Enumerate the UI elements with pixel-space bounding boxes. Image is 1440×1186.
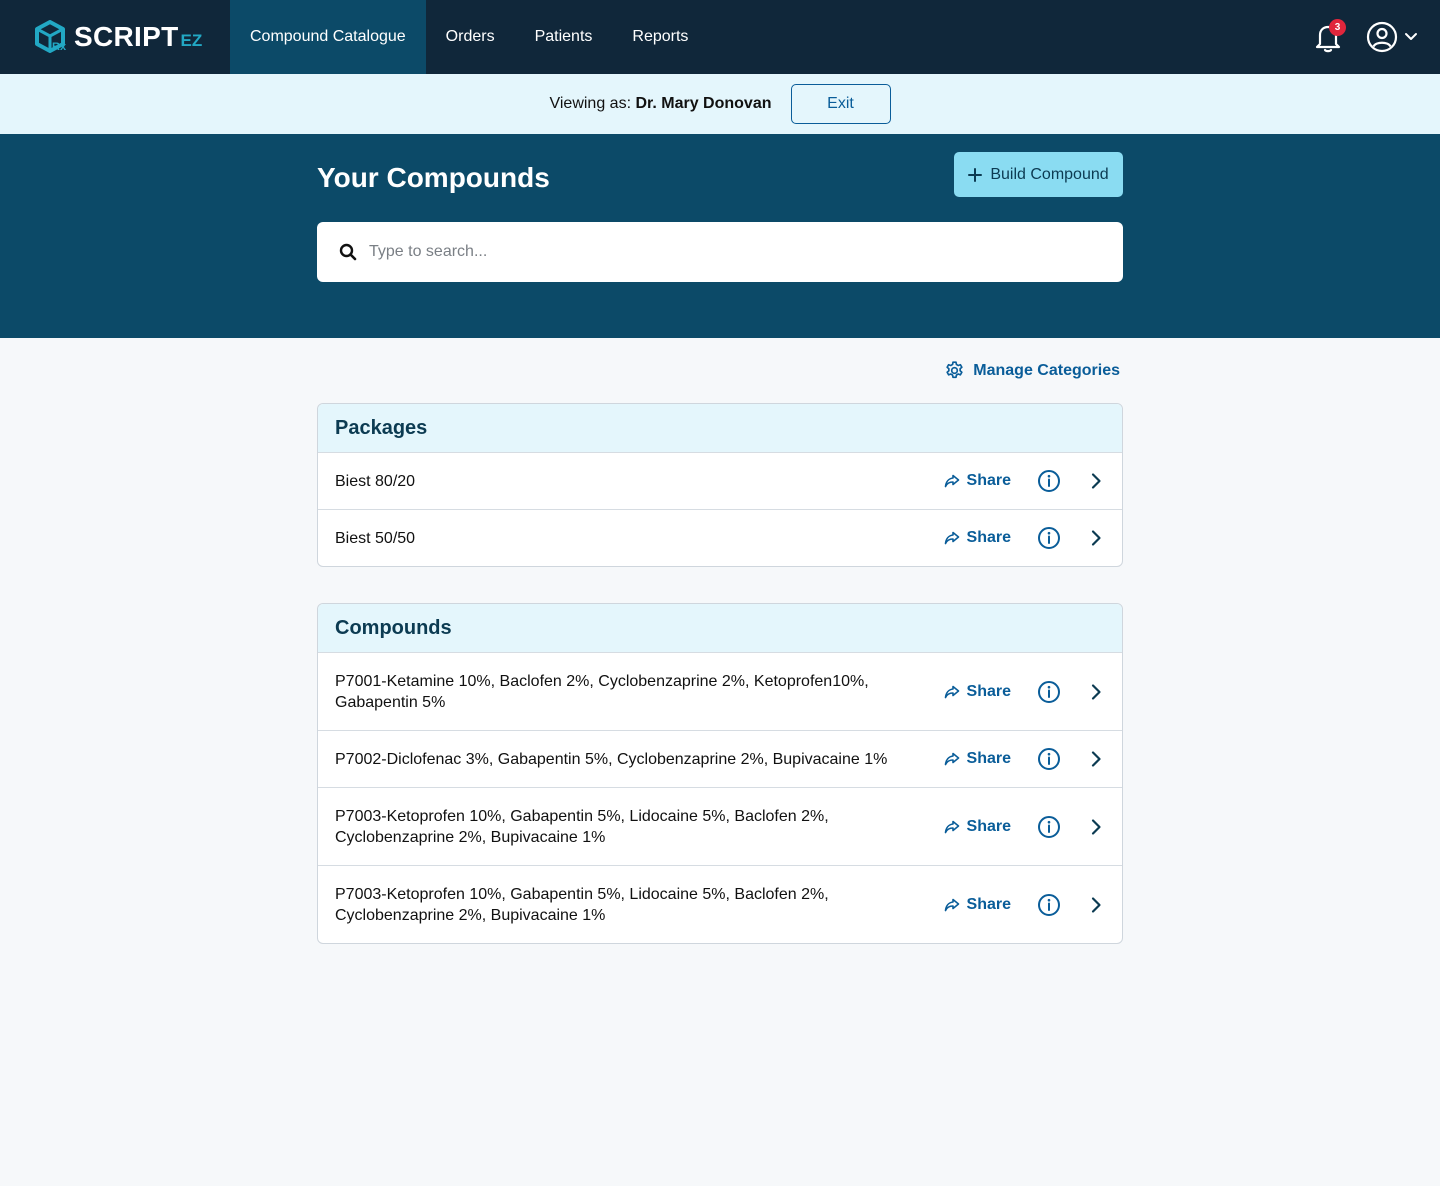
share-icon	[944, 685, 959, 698]
packages-heading: Packages	[318, 404, 1122, 452]
package-row[interactable]: Biest 80/20 Share	[318, 452, 1122, 509]
top-right-actions: 3	[1312, 0, 1418, 74]
hero-section: Your Compounds Build Compound	[0, 134, 1440, 338]
share-button[interactable]: Share	[944, 472, 1011, 490]
search-bar	[317, 222, 1123, 282]
compound-name: P7001-Ketamine 10%, Baclofen 2%, Cyclobe…	[335, 672, 869, 711]
share-label: Share	[966, 895, 1011, 913]
page-title: Your Compounds	[317, 162, 550, 193]
notifications-button[interactable]: 3	[1312, 19, 1346, 54]
chevron-right-icon[interactable]	[1087, 472, 1105, 490]
share-label: Share	[966, 817, 1011, 835]
share-label: Share	[966, 682, 1011, 700]
share-icon	[944, 531, 959, 545]
info-icon[interactable]	[1037, 815, 1061, 839]
share-label: Share	[966, 472, 1011, 489]
share-button[interactable]: Share	[944, 750, 1011, 768]
logo-suffix: EZ	[180, 31, 203, 50]
top-navigation: Rx SCRIPT EZ Compound Catalogue Orders P…	[0, 0, 1440, 74]
share-icon	[944, 752, 959, 766]
exit-button[interactable]: Exit	[790, 84, 891, 124]
nav-orders[interactable]: Orders	[426, 0, 515, 74]
logo[interactable]: Rx SCRIPT EZ	[0, 0, 230, 74]
compound-row[interactable]: P7003-Ketoprofen 10%, Gabapentin 5%, Lid…	[318, 787, 1122, 865]
plus-icon	[968, 167, 983, 182]
nav-patients[interactable]: Patients	[515, 0, 613, 74]
chevron-right-icon[interactable]	[1087, 529, 1105, 547]
chevron-right-icon[interactable]	[1087, 818, 1105, 836]
compound-name: P7002-Diclofenac 3%, Gabapentin 5%, Cycl…	[335, 750, 888, 768]
chevron-right-icon[interactable]	[1087, 896, 1105, 914]
viewing-as-text: Viewing as: Dr. Mary Donovan	[549, 95, 771, 113]
user-avatar-icon	[1366, 21, 1398, 53]
nav-compound-catalogue[interactable]: Compound Catalogue	[230, 0, 426, 74]
build-compound-button[interactable]: Build Compound	[954, 152, 1123, 197]
compound-name: P7003-Ketoprofen 10%, Gabapentin 5%, Lid…	[335, 807, 829, 846]
compound-row[interactable]: P7002-Diclofenac 3%, Gabapentin 5%, Cycl…	[318, 730, 1122, 787]
viewing-as-name: Dr. Mary Donovan	[635, 95, 772, 112]
share-button[interactable]: Share	[944, 818, 1011, 836]
compounds-card: Compounds P7001-Ketamine 10%, Baclofen 2…	[317, 603, 1123, 944]
packages-card: Packages Biest 80/20 Share Biest 50/50 S…	[317, 403, 1123, 567]
search-input[interactable]	[369, 243, 1069, 261]
compounds-heading: Compounds	[318, 604, 1122, 652]
search-icon	[339, 243, 357, 261]
viewing-as-label: Viewing as:	[549, 95, 632, 112]
gear-icon	[946, 361, 963, 379]
main-nav: Compound Catalogue Orders Patients Repor…	[230, 0, 708, 74]
nav-reports[interactable]: Reports	[612, 0, 708, 74]
share-icon	[944, 474, 959, 488]
share-icon	[944, 898, 959, 911]
share-label: Share	[966, 750, 1011, 767]
chevron-down-icon	[1405, 33, 1417, 40]
package-name: Biest 80/20	[335, 472, 416, 490]
manage-categories-link[interactable]: Manage Categories	[944, 360, 1120, 381]
share-label: Share	[966, 529, 1011, 546]
info-icon[interactable]	[1037, 680, 1061, 704]
package-row[interactable]: Biest 50/50 Share	[318, 509, 1122, 566]
compound-row[interactable]: P7003-Ketoprofen 10%, Gabapentin 5%, Lid…	[318, 865, 1122, 943]
package-name: Biest 50/50	[335, 529, 416, 547]
share-icon	[944, 820, 959, 833]
compound-name: P7003-Ketoprofen 10%, Gabapentin 5%, Lid…	[335, 885, 829, 924]
logo-text: SCRIPT	[74, 21, 179, 52]
catalogue-content: Manage Categories Packages Biest 80/20 S…	[317, 338, 1123, 980]
info-icon[interactable]	[1037, 893, 1061, 917]
notification-badge: 3	[1329, 19, 1346, 36]
manage-categories-label: Manage Categories	[973, 361, 1120, 379]
chevron-right-icon[interactable]	[1087, 683, 1105, 701]
svg-text:Rx: Rx	[52, 41, 66, 53]
info-icon[interactable]	[1037, 747, 1061, 771]
logo-cube-icon: Rx	[35, 20, 66, 53]
share-button[interactable]: Share	[944, 896, 1011, 914]
impersonation-bar: Viewing as: Dr. Mary Donovan Exit	[0, 74, 1440, 134]
compound-row[interactable]: P7001-Ketamine 10%, Baclofen 2%, Cyclobe…	[318, 652, 1122, 730]
info-icon[interactable]	[1037, 469, 1061, 493]
share-button[interactable]: Share	[944, 683, 1011, 701]
build-compound-label: Build Compound	[990, 165, 1109, 183]
info-icon[interactable]	[1037, 526, 1061, 550]
chevron-right-icon[interactable]	[1087, 750, 1105, 768]
profile-menu[interactable]	[1366, 21, 1418, 53]
share-button[interactable]: Share	[944, 529, 1011, 547]
